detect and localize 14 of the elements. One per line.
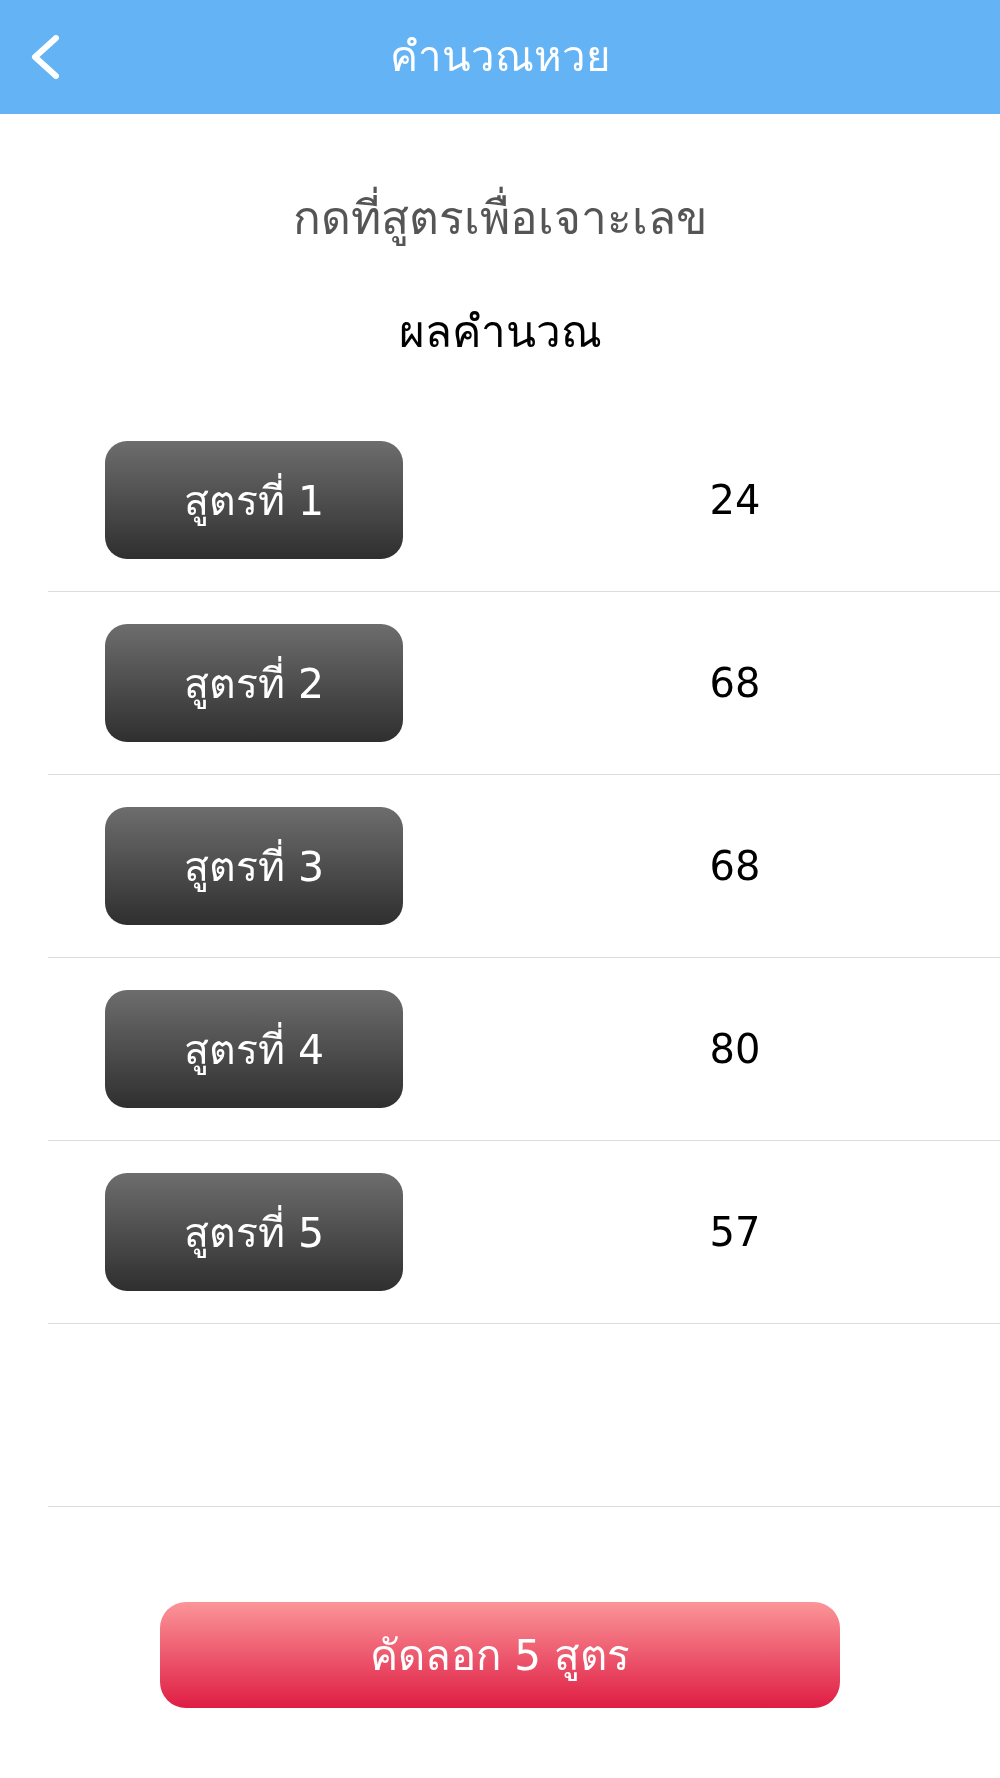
formula-button[interactable]: สูตรที่ 1	[105, 441, 403, 559]
formula-button[interactable]: สูตรที่ 2	[105, 624, 403, 742]
formula-button[interactable]: สูตรที่ 4	[105, 990, 403, 1108]
result-number: 68	[709, 659, 761, 707]
formula-button[interactable]: สูตรที่ 5	[105, 1173, 403, 1291]
screen-title: คำนวณหวย	[389, 31, 611, 83]
results-heading: ผลคำนวณ	[398, 305, 602, 359]
result-number: 57	[709, 1208, 761, 1256]
result-number: 80	[709, 1025, 761, 1073]
formula-button[interactable]: สูตรที่ 3	[105, 807, 403, 925]
result-number: 68	[709, 842, 761, 890]
result-number: 24	[709, 476, 761, 524]
instruction-text: กดที่สูตรเพื่อเจาะเลข	[293, 188, 707, 248]
chevron-left-icon	[30, 35, 60, 79]
